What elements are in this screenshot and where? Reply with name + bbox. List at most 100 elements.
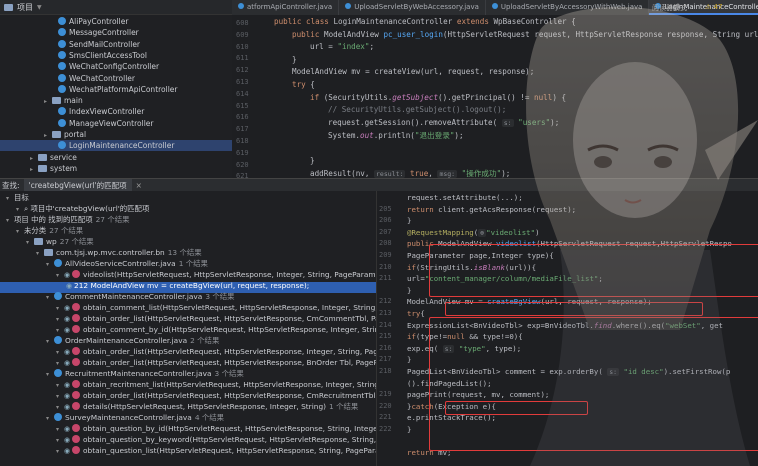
find-result-row[interactable]: ▾ CommentMaintenanceController.java 3 个结果	[46, 292, 235, 303]
project-tree-header[interactable]: 项目 ▼	[0, 0, 232, 15]
find-result-row[interactable]: ▾ SurveyMaintenanceController.java 4 个结果	[46, 413, 224, 424]
find-result-row[interactable]: ▾ ◉ obtain_question_by_id(HttpServletReque…	[56, 424, 376, 435]
chevron-down-icon[interactable]: ▾	[46, 260, 54, 271]
find-result-row[interactable]: ▾ 目标	[6, 193, 29, 204]
find-result-row[interactable]: ▾ ◉ obtain_recritment_list(HttpServletRequ…	[56, 380, 376, 391]
find-result-row[interactable]: ▾ ◉ obtain_order_list(HttpServletRequest, …	[56, 347, 376, 358]
preview-code-line: @RequestMapping(⊕ "videolist")	[407, 228, 540, 237]
code-token: {	[420, 309, 425, 318]
tree-item[interactable]: LoginMaintenanceController	[0, 140, 232, 152]
chevron-down-icon[interactable]: ▾	[16, 227, 24, 238]
tree-item[interactable]: WeChatController	[0, 73, 232, 84]
tree-item[interactable]: MessageController	[0, 27, 232, 38]
chevron-down-icon[interactable]: ▾	[56, 381, 64, 392]
code-token: LoginMaintenanceController	[333, 17, 457, 26]
folder-icon	[4, 3, 13, 11]
find-result-row[interactable]: ▾ 未分类 27 个结果	[16, 226, 83, 237]
code-line: // SecurityUtils.getSubject().logout();	[328, 105, 506, 114]
code-token: return	[407, 204, 439, 214]
tree-item[interactable]: WechatPlatformApiController	[0, 84, 232, 95]
find-result-row[interactable]: ▾ ◉ details(HttpServletRequest, HttpServle…	[56, 402, 358, 413]
chevron-down-icon[interactable]: ▾	[56, 315, 64, 326]
find-result-row[interactable]: ▾ ◉ obtain_comment_by_id(HttpServletReques…	[56, 325, 376, 336]
eye-icon: ◉	[64, 304, 71, 312]
chevron-down-icon[interactable]: ▾	[56, 447, 64, 458]
chevron-down-icon[interactable]: ▾	[56, 392, 64, 403]
find-result-row[interactable]: ▾ AllVideoServiceController.java 1 个结果	[46, 259, 208, 270]
tree-item-label: main	[64, 96, 83, 106]
chevron-down-icon[interactable]: ▾	[46, 370, 54, 381]
chevron-down-icon[interactable]: ▾	[56, 436, 64, 447]
line-number: 608	[236, 19, 249, 27]
inspection-badge[interactable]: ⚠ 47	[705, 3, 722, 11]
chevron-down-icon[interactable]: ▾	[56, 348, 64, 359]
tree-item[interactable]: ManageViewController	[0, 118, 232, 129]
tree-item[interactable]: ▸ system	[0, 163, 232, 174]
method-icon	[72, 303, 80, 311]
chevron-down-icon[interactable]: ▾	[56, 359, 64, 370]
chevron-down-icon[interactable]: ▾	[16, 205, 24, 216]
find-query-tab[interactable]: 'createbgView(url'的匹配项	[23, 178, 132, 192]
chevron-down-icon[interactable]: ▾	[6, 194, 14, 205]
chevron-down-icon[interactable]: ▾	[46, 293, 54, 304]
class-icon	[58, 28, 66, 37]
chevron-down-icon[interactable]: ▾	[46, 414, 54, 425]
find-result-text: 项目 中的 找到的匹配项	[14, 215, 93, 224]
find-result-row[interactable]: ▾ ◉ obtain_question_by_keyword(HttpServlet…	[56, 435, 376, 446]
folder-icon	[52, 131, 61, 138]
code-token: try	[292, 80, 311, 89]
line-number: 615	[236, 101, 249, 110]
code-editor[interactable]: 608 609 610 611 612 613 614 615 616 617 618 619 620 6…	[232, 15, 758, 178]
tree-item[interactable]: ▸ main	[0, 95, 232, 106]
tree-item-label: WechatPlatformApiController	[69, 84, 178, 94]
chevron-down-icon[interactable]: ▾	[36, 249, 44, 260]
find-result-row[interactable]: ▾ ◉ videolist(HttpServletRequest, HttpServ…	[56, 270, 376, 281]
chevron-down-icon[interactable]: ▾	[56, 326, 64, 337]
tree-item[interactable]: WeChatConfigController	[0, 61, 232, 72]
code-token: }	[407, 355, 412, 365]
find-result-row[interactable]: ▾ OrderMaintenanceController.java 2 个结果	[46, 336, 219, 347]
code-token: pc_user_login	[383, 29, 443, 39]
find-result-row[interactable]: ▾ RecruitmentMaintenanceController.java 3 …	[46, 369, 244, 380]
find-result-row[interactable]: ▾ ⌕ 项目中'createbgView(url'的匹配项	[16, 204, 149, 215]
tree-item[interactable]: SendMailController	[0, 39, 232, 50]
find-result-row[interactable]: ▾ wp 27 个结果	[26, 237, 94, 248]
find-result-row[interactable]: ▾ 项目 中的 找到的匹配项 27 个结果	[6, 215, 130, 226]
chevron-down-icon[interactable]: ▾	[56, 403, 64, 414]
tree-item[interactable]: ▸ portal	[0, 129, 232, 140]
tree-item[interactable]: SmsClientAccessTool	[0, 50, 232, 61]
editor-tab[interactable]: UploadServletByWebAccessory.java	[339, 0, 486, 15]
find-result-row[interactable]: ▾ com.tjsj.wp.mvc.controller.bn 13 个结果	[36, 248, 202, 259]
find-result-row[interactable]: ▾ ◉ obtain_question_list(HttpServletReques…	[56, 446, 376, 457]
chevron-right-icon[interactable]: ▸	[30, 164, 38, 175]
usage-preview-editor[interactable]: 205 206 207 208 209 210 211 212 213 214 215 216 217 2…	[376, 191, 758, 466]
code-token: url=	[407, 274, 425, 284]
editor-tab[interactable]: UploadServletByAccessoryWithWeb.java	[486, 0, 650, 15]
find-result-row[interactable]: ▾ ◉ obtain_order_list(HttpServletRequest, …	[56, 358, 376, 369]
chevron-down-icon[interactable]: ▼	[37, 4, 42, 11]
chevron-down-icon[interactable]: ▾	[46, 337, 54, 348]
tree-item[interactable]: IndexViewController	[0, 106, 232, 117]
class-icon	[58, 39, 66, 48]
code-token: }	[292, 54, 297, 64]
package-icon	[34, 238, 43, 245]
find-result-row[interactable]: ▾ ◉ obtain_comment_list(HttpServletRequest…	[56, 303, 376, 314]
class-icon	[54, 369, 62, 377]
chevron-down-icon[interactable]: ▾	[26, 238, 34, 249]
tree-item-label: service	[50, 152, 77, 162]
code-token: "退出登录"	[414, 131, 455, 141]
code-token: "videolist"	[486, 227, 536, 237]
chevron-down-icon[interactable]: ▾	[6, 216, 14, 227]
find-result-row[interactable]: ▾ ◉ obtain_order_list(HttpServletRequest, …	[56, 314, 376, 325]
editor-tab[interactable]: atformApiController.java	[232, 0, 340, 15]
tree-item[interactable]: AliPayController	[0, 16, 232, 27]
chevron-down-icon[interactable]: ▾	[56, 271, 64, 282]
find-result-row[interactable]: ◉ 212 ModelAndView mv = createBgView(url,…	[66, 281, 309, 292]
chevron-down-icon[interactable]: ▾	[56, 425, 64, 436]
close-icon[interactable]: ×	[136, 181, 142, 190]
code-token: @RequestMapping	[407, 227, 474, 237]
tree-item[interactable]: ▸ service	[0, 152, 232, 163]
chevron-down-icon[interactable]: ▾	[56, 304, 64, 315]
code-token: public	[292, 29, 325, 39]
find-result-row[interactable]: ▾ ◉ obtain_order_list(HttpServletRequest, …	[56, 391, 376, 402]
